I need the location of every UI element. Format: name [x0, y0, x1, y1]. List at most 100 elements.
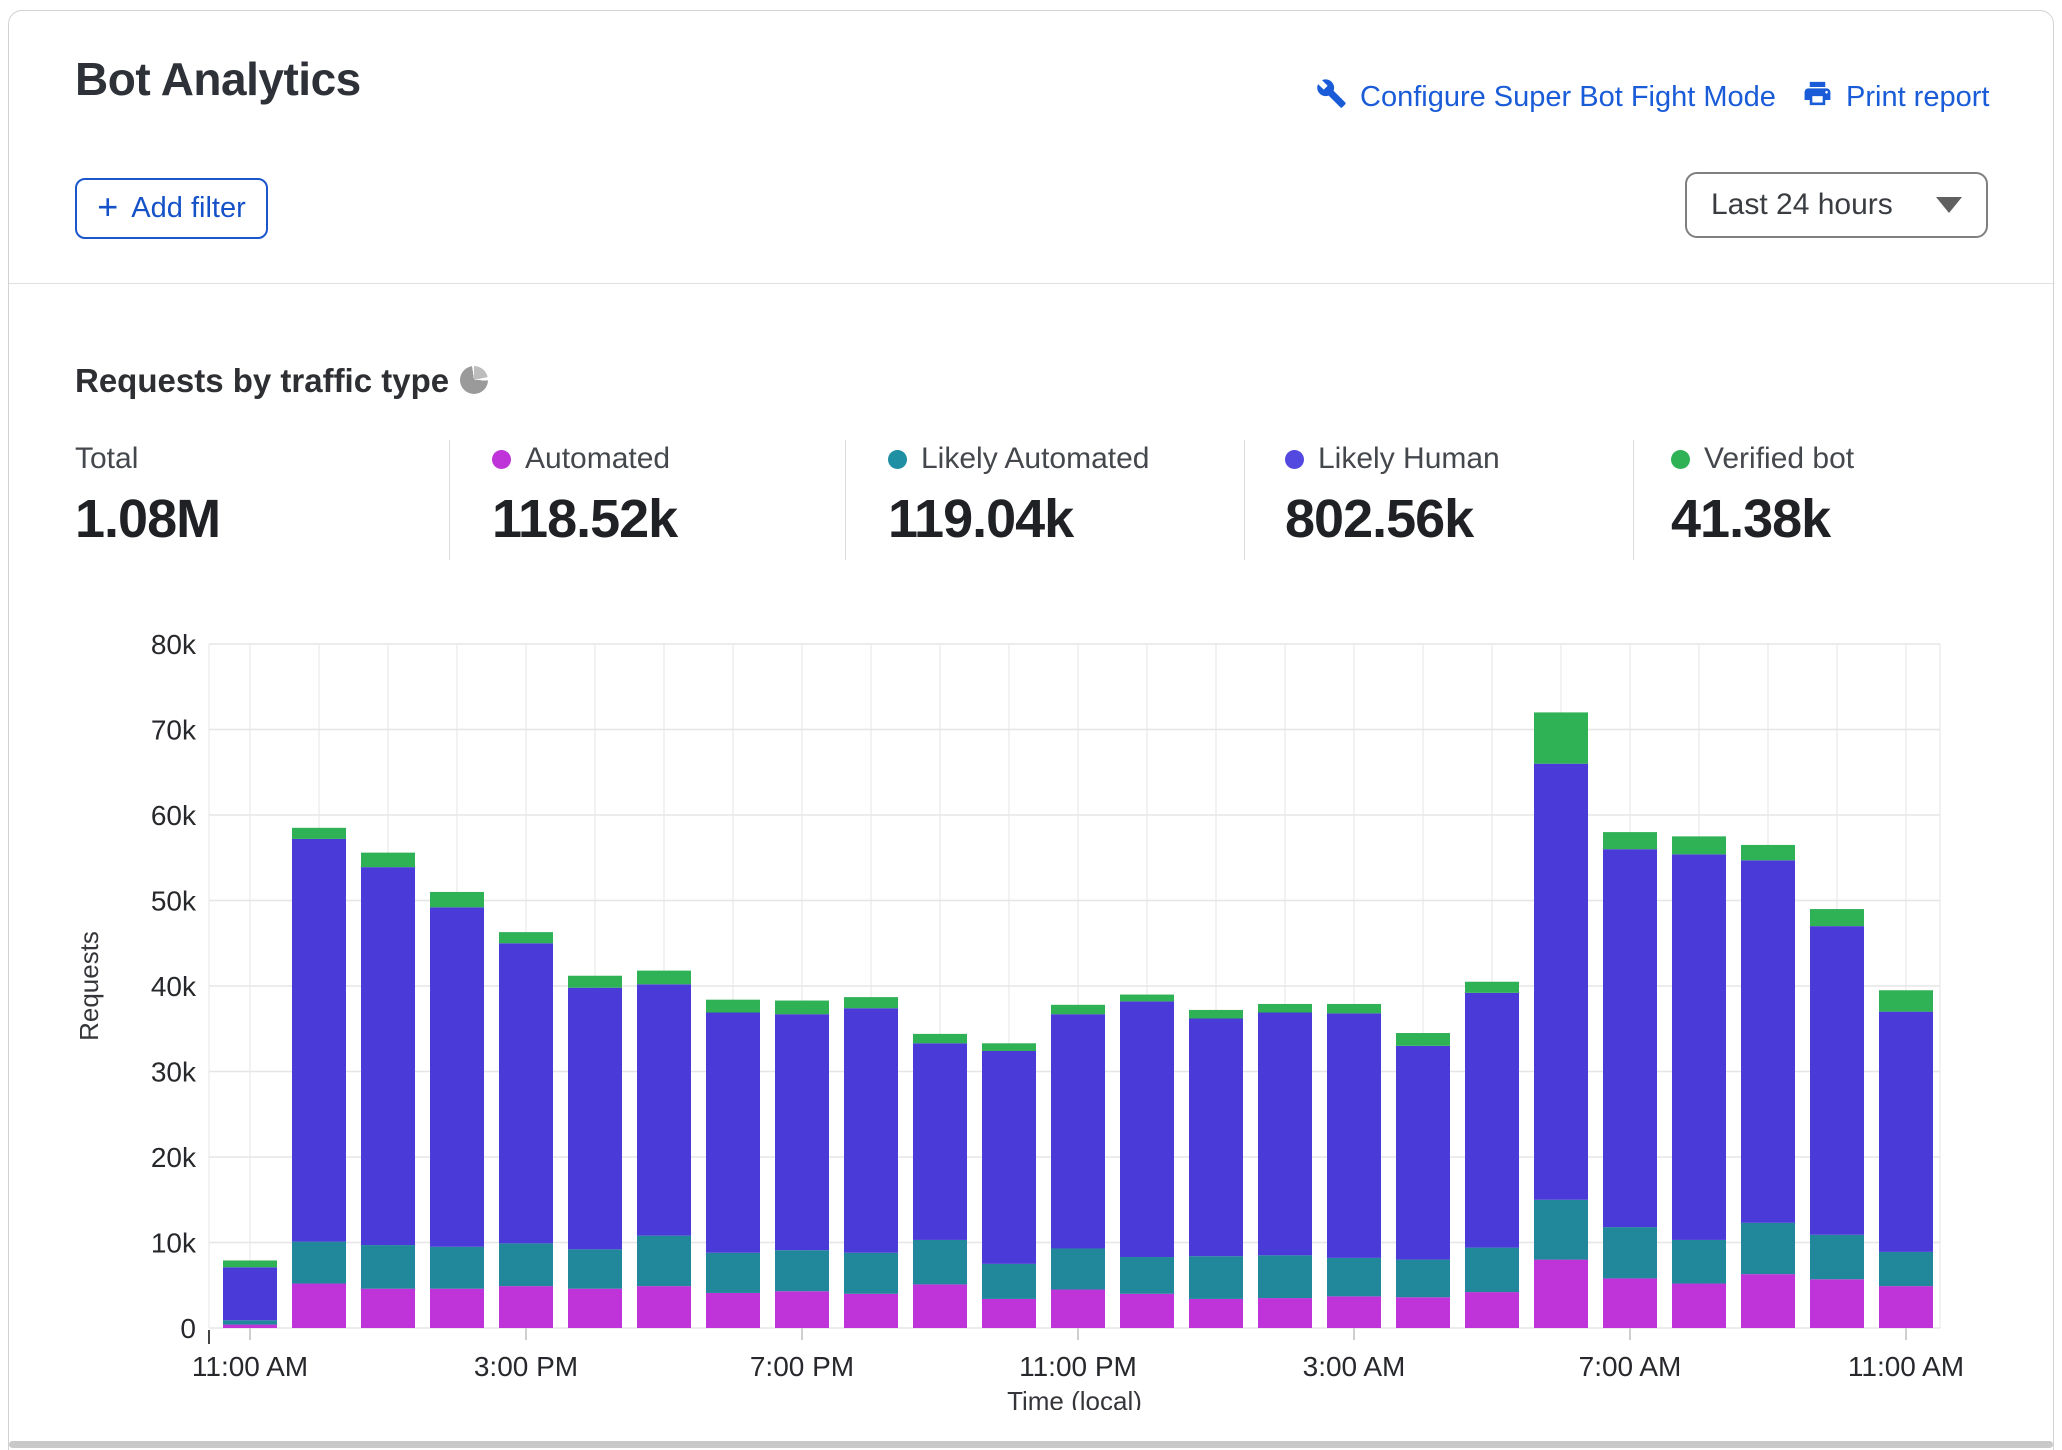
- bar-segment: [1327, 1003, 1381, 1014]
- bar-segment: [982, 1263, 1036, 1299]
- wrench-icon: [1316, 78, 1347, 117]
- stat-likely-automated[interactable]: Likely Automated 119.04k: [845, 440, 1244, 560]
- bar-segment: [568, 987, 622, 1250]
- bar-segment: [706, 999, 760, 1013]
- bar-segment: [1189, 1018, 1243, 1257]
- svg-text:7:00 PM: 7:00 PM: [750, 1351, 854, 1382]
- configure-super-bot-fight-mode-link[interactable]: Configure Super Bot Fight Mode: [1316, 78, 1776, 117]
- printer-icon: [1802, 78, 1833, 117]
- bar-segment: [775, 1000, 829, 1015]
- bar-segment: [430, 907, 484, 1247]
- svg-text:7:00 AM: 7:00 AM: [1579, 1351, 1682, 1382]
- svg-text:11:00 AM: 11:00 AM: [1848, 1351, 1964, 1382]
- bar-segment: [982, 1043, 1036, 1051]
- bar-segment: [637, 1235, 691, 1287]
- stat-likely-human[interactable]: Likely Human 802.56k: [1244, 440, 1633, 560]
- time-range-value: Last 24 hours: [1711, 188, 1893, 221]
- bar-segment: [1258, 1298, 1312, 1328]
- bar-segment: [292, 838, 346, 1242]
- bar-segment: [775, 1014, 829, 1251]
- bar-segment: [430, 1246, 484, 1289]
- svg-text:Time (local): Time (local): [1007, 1386, 1142, 1410]
- bar-segment: [1603, 1278, 1657, 1328]
- bar-segment: [361, 1288, 415, 1328]
- stat-value: 1.08M: [75, 489, 221, 549]
- stat-value: 41.38k: [1671, 489, 1831, 549]
- configure-link-label: Configure Super Bot Fight Mode: [1360, 81, 1776, 113]
- bar-segment: [1672, 836, 1726, 855]
- bar-segment: [1051, 1014, 1105, 1249]
- requests-by-traffic-type-chart[interactable]: 0 10k 20k 30k 40k 50k 60k 70k 80k 11:00 AM 3:00 PM…: [0, 600, 2062, 1410]
- bar-segment: [1879, 1286, 1933, 1328]
- bar-segment: [1810, 909, 1864, 927]
- stat-label: Verified bot: [1704, 442, 1855, 475]
- add-filter-button[interactable]: + Add filter: [75, 178, 268, 239]
- stat-label: Likely Human: [1318, 442, 1500, 475]
- bar-segment: [1810, 1279, 1864, 1328]
- bar-segment: [844, 1252, 898, 1294]
- stat-verified-bot[interactable]: Verified bot 41.38k: [1633, 440, 2013, 560]
- bar-segment: [1672, 854, 1726, 1240]
- bar-segment: [361, 852, 415, 868]
- bar-segment: [1051, 1248, 1105, 1290]
- bar-segment: [1534, 1259, 1588, 1328]
- stat-value: 119.04k: [888, 489, 1074, 549]
- bar-segment: [1465, 1247, 1519, 1293]
- bar-segment: [1603, 832, 1657, 850]
- svg-text:50k: 50k: [151, 886, 197, 917]
- stat-label: Total: [75, 442, 139, 475]
- bar-segment: [1603, 1227, 1657, 1279]
- bar-segment: [844, 1293, 898, 1328]
- bar-segment: [1465, 1292, 1519, 1328]
- bar-segment: [568, 1249, 622, 1289]
- horizontal-scrollbar[interactable]: [9, 1441, 2053, 1448]
- automated-legend-dot: [492, 449, 511, 469]
- svg-text:Requests: Requests: [74, 931, 104, 1041]
- bar-segment: [1051, 1004, 1105, 1015]
- bar-segment: [1879, 1011, 1933, 1252]
- bar-segment: [844, 1008, 898, 1253]
- stat-label: Likely Automated: [921, 442, 1150, 475]
- bar-segment: [1741, 860, 1795, 1223]
- bar-segment: [1189, 1298, 1243, 1328]
- page-title: Bot Analytics: [75, 53, 361, 105]
- stat-automated[interactable]: Automated 118.52k: [449, 440, 845, 560]
- bar-segment: [637, 1286, 691, 1328]
- bar-segment: [568, 1288, 622, 1328]
- bar-segment: [1120, 1257, 1174, 1294]
- bar-segment: [1741, 844, 1795, 861]
- bar-segment: [223, 1260, 277, 1268]
- bar-segment: [1189, 1256, 1243, 1299]
- bar-segment: [361, 1245, 415, 1289]
- bar-segment: [1534, 763, 1588, 1200]
- add-filter-label: Add filter: [131, 192, 246, 224]
- bar-segment: [1810, 1234, 1864, 1280]
- bar-segment: [292, 1283, 346, 1328]
- bar-segment: [913, 1284, 967, 1328]
- bar-segment: [706, 1252, 760, 1293]
- bar-segment: [1465, 981, 1519, 993]
- bar-segment: [1258, 1003, 1312, 1013]
- bar-segment: [1327, 1257, 1381, 1297]
- bar-segment: [1810, 926, 1864, 1235]
- verified-bot-legend-dot: [1671, 449, 1690, 469]
- bar-segment: [1258, 1255, 1312, 1299]
- svg-text:40k: 40k: [151, 971, 197, 1002]
- bar-segment: [982, 1050, 1036, 1264]
- bar-segment: [223, 1324, 277, 1328]
- bar-segment: [430, 1288, 484, 1328]
- svg-text:3:00 AM: 3:00 AM: [1303, 1351, 1406, 1382]
- bar-segment: [1603, 849, 1657, 1228]
- chevron-down-icon: [1936, 197, 1962, 213]
- pie-chart-icon: [460, 366, 488, 394]
- bar-segment: [361, 867, 415, 1246]
- bar-segment: [1396, 1045, 1450, 1260]
- bar-segment: [1396, 1297, 1450, 1328]
- svg-text:70k: 70k: [151, 715, 197, 746]
- time-range-dropdown[interactable]: Last 24 hours: [1685, 172, 1988, 238]
- bar-segment: [1327, 1013, 1381, 1258]
- stat-total[interactable]: Total 1.08M: [75, 440, 449, 560]
- print-report-link[interactable]: Print report: [1802, 78, 1989, 117]
- bar-segment: [913, 1043, 967, 1240]
- bar-segment: [637, 984, 691, 1236]
